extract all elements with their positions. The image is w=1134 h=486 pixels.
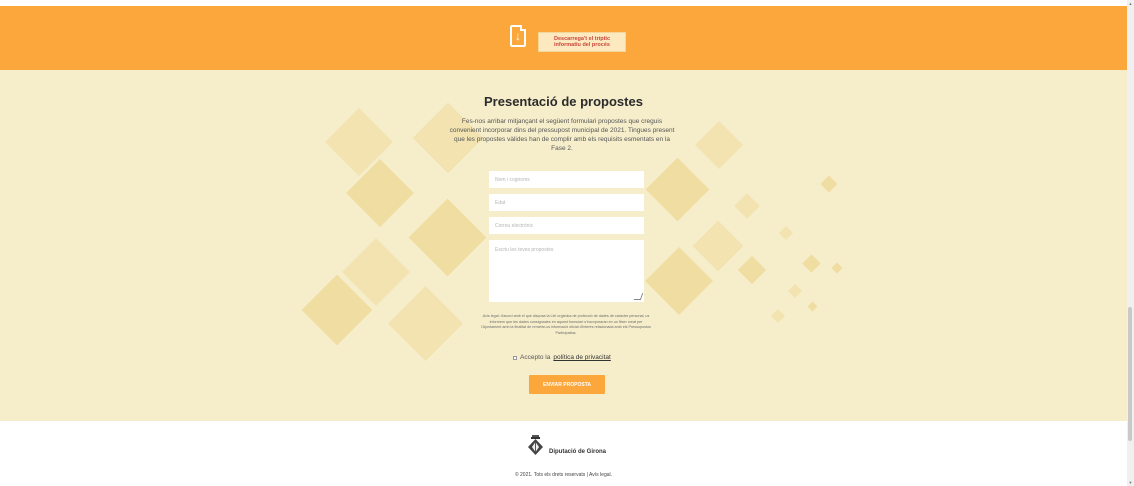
privacy-consent: Accepto la política de privacitat [513, 354, 643, 361]
page-title: Presentació de propostes [484, 94, 643, 109]
background-diamond [778, 225, 794, 241]
download-document-icon[interactable]: ↓ [510, 25, 526, 47]
background-diamond [408, 198, 487, 277]
age-field[interactable]: Edat [489, 194, 644, 211]
background-diamond [737, 255, 767, 285]
background-diamond [807, 301, 818, 312]
download-button-line-2: informatiu del procés [554, 42, 610, 48]
legal-notice: Avís legal: d'acord amb el que disposa l… [481, 314, 651, 335]
intro-text: Fes-nos arribar mitjançant el següent fo… [449, 118, 675, 152]
background-diamond [692, 220, 744, 272]
background-diamond [388, 286, 463, 361]
privacy-checkbox[interactable] [513, 355, 517, 360]
background-diamond [831, 262, 843, 274]
submit-proposal-button[interactable]: ENVIAR PROPOSTA [529, 375, 605, 394]
proposals-textarea[interactable]: Escriu les teves propostes [489, 240, 644, 302]
background-diamond [820, 175, 838, 193]
diputacio-logo[interactable] [527, 435, 544, 455]
background-diamond [645, 157, 710, 222]
background-diamond [734, 193, 760, 219]
proposals-placeholder: Escriu les teves propostes [495, 247, 554, 253]
background-diamond [787, 283, 803, 299]
download-triptych-button[interactable]: Descarrega't el tríptic informatiu del p… [538, 32, 626, 52]
scrollbar-thumb[interactable] [1128, 307, 1132, 441]
background-diamond [694, 120, 744, 170]
footer-brand: Diputació de Girona [549, 449, 607, 455]
name-field[interactable]: Nom i cognoms [489, 171, 644, 188]
background-diamond [770, 308, 786, 324]
scroll-down-icon[interactable]: ▼ [1128, 480, 1133, 485]
privacy-policy-link[interactable]: política de privacitat [553, 354, 610, 361]
resize-handle-icon[interactable] [633, 293, 644, 300]
email-field[interactable]: Correu electrònic [489, 217, 644, 234]
consent-prefix: Accepto la [520, 354, 551, 361]
copyright: © 2021. Tots els drets reservats | Avís … [514, 472, 613, 478]
download-banner: ↓ Descarrega't el tríptic informatiu del… [0, 6, 1127, 70]
background-diamond [645, 247, 713, 315]
scroll-up-icon[interactable]: ▲ [1128, 1, 1133, 6]
background-diamond [802, 254, 821, 273]
